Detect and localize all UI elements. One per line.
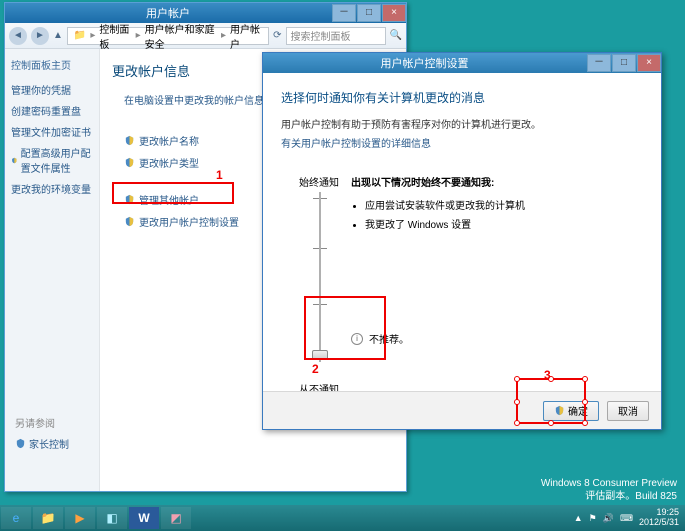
- info-title: 出现以下情况时始终不要通知我:: [351, 174, 643, 189]
- minimize-button[interactable]: －: [332, 4, 356, 22]
- word-icon[interactable]: W: [129, 507, 159, 529]
- shield-icon: [124, 216, 135, 227]
- shield-icon: [124, 157, 135, 168]
- uac-description: 用户帐户控制有助于预防有害程序对你的计算机进行更改。: [281, 116, 643, 131]
- app-icon[interactable]: ◧: [97, 507, 127, 529]
- shield-icon: [11, 155, 18, 166]
- sidebar-item[interactable]: 更改我的环境变量: [11, 181, 93, 196]
- search-input[interactable]: 搜索控制面板: [286, 27, 386, 45]
- volume-icon[interactable]: 🔊: [603, 513, 614, 524]
- shield-icon: [124, 135, 135, 146]
- explorer-icon[interactable]: 📁: [33, 507, 63, 529]
- uac-title-bar[interactable]: 用户帐户控制设置 － □ ×: [263, 53, 661, 73]
- up-button[interactable]: ▲: [53, 30, 63, 41]
- sidebar-item[interactable]: 创建密码重置盘: [11, 103, 93, 118]
- watermark: Windows 8 Consumer Preview 评估副本。Build 82…: [541, 477, 677, 503]
- sidebar-item[interactable]: 管理文件加密证书: [11, 124, 93, 139]
- ie-icon[interactable]: e: [1, 507, 31, 529]
- refresh-icon[interactable]: ⟳: [273, 30, 281, 41]
- annotation-3: 3: [544, 368, 551, 382]
- info-item: 应用尝试安装软件或更改我的计算机: [365, 197, 643, 212]
- clock[interactable]: 19:25 2012/5/31: [639, 508, 679, 528]
- uac-more-link[interactable]: 有关用户帐户控制设置的详细信息: [281, 135, 431, 150]
- cancel-button[interactable]: 取消: [607, 401, 649, 421]
- annotation-box-1: [112, 182, 234, 204]
- back-button[interactable]: ◄: [9, 27, 27, 45]
- slider-top-label: 始终通知: [299, 174, 331, 189]
- uac-close-button[interactable]: ×: [637, 54, 661, 72]
- not-recommended: i 不推荐。: [351, 331, 643, 346]
- annotation-box-3: [516, 378, 586, 424]
- close-button[interactable]: ×: [382, 4, 406, 22]
- maximize-button[interactable]: □: [357, 4, 381, 22]
- uac-title: 用户帐户控制设置: [263, 55, 586, 71]
- shield-icon: [15, 438, 26, 449]
- annotation-2: 2: [312, 362, 319, 376]
- window-title: 用户帐户: [5, 5, 331, 21]
- see-also-link[interactable]: 家长控制: [15, 436, 69, 451]
- uac-dialog: 用户帐户控制设置 － □ × 选择何时通知你有关计算机更改的消息 用户帐户控制有…: [262, 52, 662, 430]
- keyboard-icon[interactable]: ⌨: [620, 513, 633, 524]
- tray-icon[interactable]: ▲: [574, 513, 583, 523]
- app2-icon[interactable]: ◩: [161, 507, 191, 529]
- media-icon[interactable]: ▶: [65, 507, 95, 529]
- info-item: 我更改了 Windows 设置: [365, 216, 643, 231]
- uac-footer: 确定 取消: [263, 391, 661, 429]
- slider-bottom-label: 从不通知: [299, 381, 339, 391]
- flag-icon[interactable]: ⚑: [589, 513, 597, 524]
- annotation-box-2: [304, 296, 386, 360]
- toolbar: ◄ ► ▲ 📁▸ 控制面板▸ 用户帐户和家庭安全▸ 用户帐户 ⟳ 搜索控制面板 …: [5, 23, 406, 49]
- see-also-label: 另请参阅: [15, 415, 69, 430]
- forward-button[interactable]: ►: [31, 27, 49, 45]
- uac-heading: 选择何时通知你有关计算机更改的消息: [281, 89, 643, 106]
- uac-maximize-button[interactable]: □: [612, 54, 636, 72]
- sidebar-home[interactable]: 控制面板主页: [11, 57, 93, 72]
- sidebar: 控制面板主页 管理你的凭据 创建密码重置盘 管理文件加密证书 配置高级用户配置文…: [5, 49, 100, 491]
- uac-minimize-button[interactable]: －: [587, 54, 611, 72]
- uac-info-panel: 出现以下情况时始终不要通知我: 应用尝试安装软件或更改我的计算机 我更改了 Wi…: [351, 174, 643, 391]
- taskbar: e 📁 ▶ ◧ W ◩ ▲ ⚑ 🔊 ⌨ 19:25 2012/5/31: [0, 505, 685, 531]
- sidebar-item[interactable]: 配置高级用户配置文件属性: [11, 145, 93, 175]
- breadcrumb[interactable]: 📁▸ 控制面板▸ 用户帐户和家庭安全▸ 用户帐户: [67, 27, 269, 45]
- annotation-1: 1: [216, 168, 223, 182]
- search-icon[interactable]: 🔍: [390, 30, 402, 41]
- sidebar-item[interactable]: 管理你的凭据: [11, 82, 93, 97]
